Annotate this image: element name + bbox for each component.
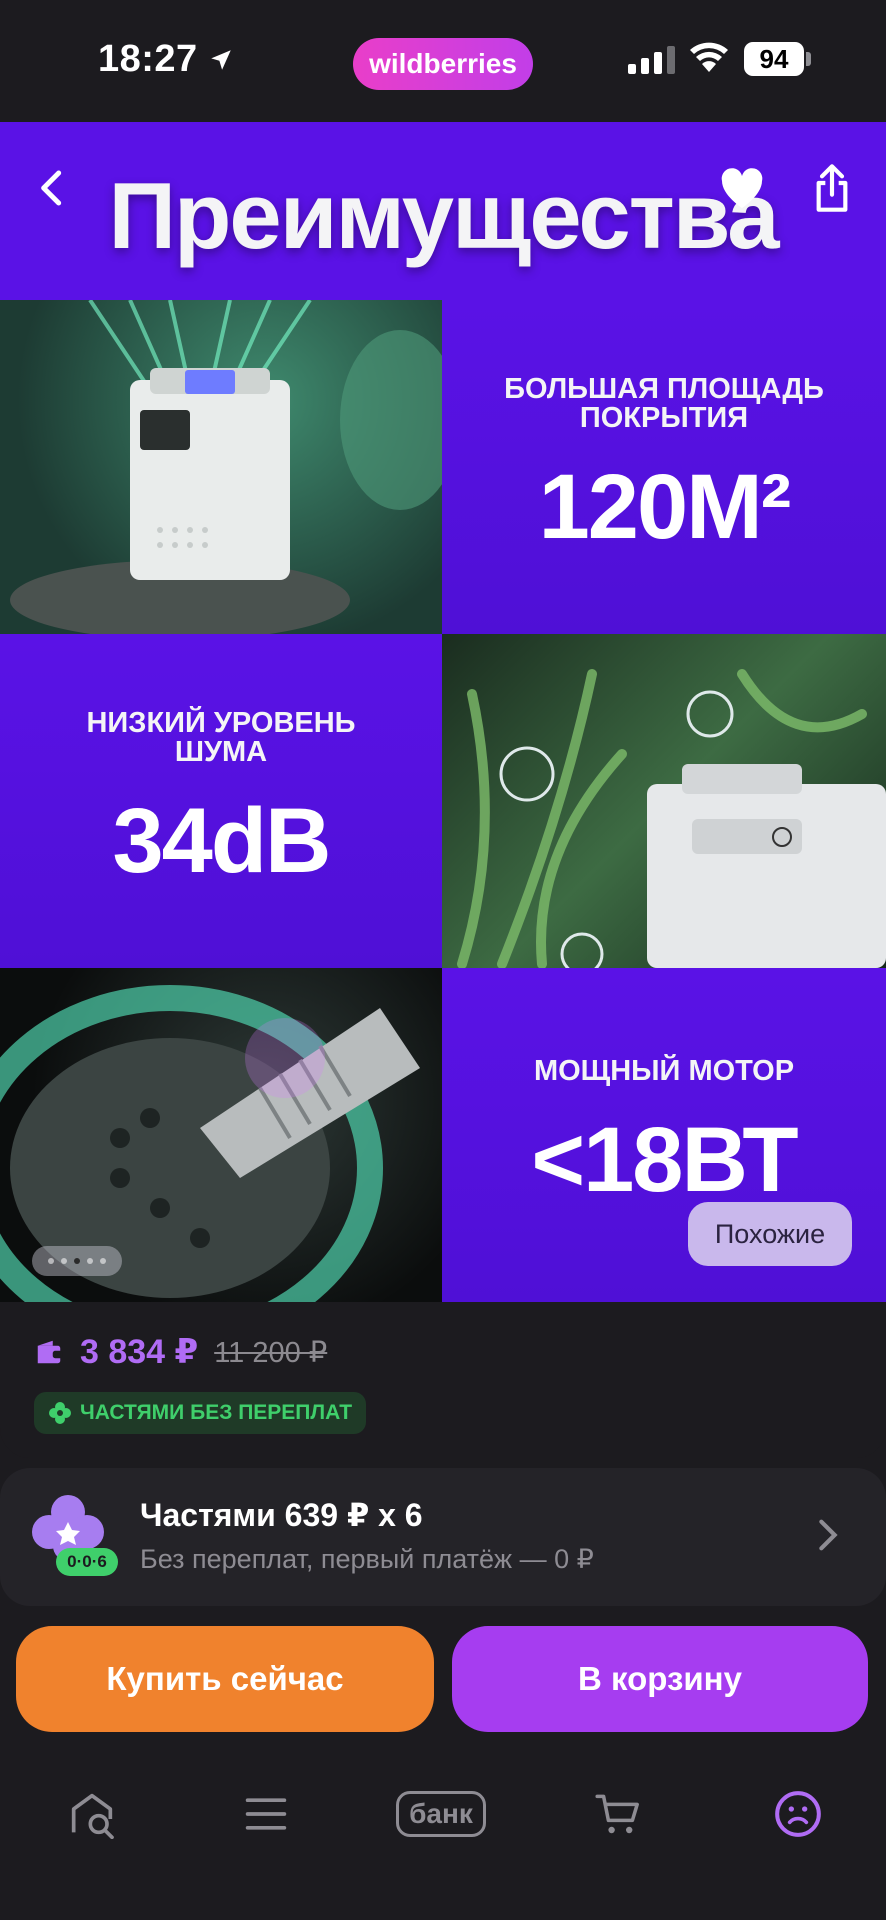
feature-noise-value: 34dB — [112, 789, 332, 892]
purifier-illustration — [10, 300, 442, 634]
pager-dot — [61, 1258, 67, 1264]
home-search-icon — [71, 1793, 114, 1839]
carousel-pager — [32, 1246, 122, 1276]
features-grid: БОЛЬШАЯ ПЛОЩАДЬ ПОКРЫТИЯ 120М² НИЗКИЙ УР… — [0, 300, 886, 1302]
plants-illustration — [457, 669, 886, 968]
tab-catalog[interactable] — [226, 1774, 306, 1854]
installments-card[interactable]: 0·0·6 Частями 639 ₽ x 6 Без переплат, пе… — [0, 1468, 886, 1606]
wifi-icon — [690, 42, 728, 72]
feature-motor-label: МОЩНЫЙ МОТОР — [533, 1055, 795, 1087]
feature-coverage-label: БОЛЬШАЯ ПЛОЩАДЬ ПОКРЫТИЯ — [504, 372, 824, 434]
chevron-right-icon — [819, 1519, 838, 1551]
product-image-carousel[interactable]: Преимущества БОЛЬШАЯ ПЛОЩАДЬ ПОКРЫТИЯ 12… — [0, 122, 886, 1302]
installments-title: Частями 639 ₽ x 6 — [140, 1497, 423, 1533]
pager-dot — [87, 1258, 93, 1264]
profile-icon — [775, 1791, 821, 1837]
installment-badge-label: ЧАСТЯМИ БЕЗ ПЕРЕПЛАТ — [80, 1401, 353, 1424]
feature-coverage: БОЛЬШАЯ ПЛОЩАДЬ ПОКРЫТИЯ 120М² — [442, 300, 886, 634]
old-price: 11 200 ₽ — [214, 1336, 328, 1369]
bottom-tab-bar: банк — [0, 1762, 886, 1920]
tab-profile[interactable] — [758, 1774, 838, 1854]
back-button[interactable] — [22, 158, 82, 218]
installment-badge[interactable]: ЧАСТЯМИ БЕЗ ПЕРЕПЛАТ — [34, 1392, 367, 1434]
cellular-signal-icon — [628, 46, 675, 74]
buy-now-button[interactable]: Купить сейчас — [16, 1626, 434, 1732]
tab-cart[interactable] — [578, 1774, 658, 1854]
time-text: 18:27 — [98, 38, 198, 80]
tab-bank[interactable]: банк — [386, 1774, 496, 1854]
feature-noise-label: НИЗКИЙ УРОВЕНЬ ШУМА — [86, 706, 356, 768]
pager-dot-active — [74, 1258, 80, 1264]
add-to-cart-button[interactable]: В корзину — [452, 1626, 868, 1732]
feature-coverage-value: 120М² — [538, 455, 792, 558]
status-bar: 18:27 wildberries 94 — [0, 0, 886, 122]
current-price: 3 834 ₽ — [80, 1333, 199, 1371]
location-arrow-icon — [210, 49, 231, 70]
action-bar: Купить сейчас В корзину — [0, 1612, 886, 1762]
menu-icon — [245, 1798, 287, 1830]
price-row: 3 834 ₽ 11 200 ₽ — [34, 1332, 327, 1372]
pager-dot — [100, 1258, 106, 1264]
similar-button[interactable]: Похожие — [688, 1202, 852, 1266]
wallet-icon — [37, 1340, 63, 1364]
battery-indicator: 94 — [744, 42, 804, 76]
wildberries-pill[interactable]: wildberries — [353, 38, 533, 90]
share-button[interactable] — [802, 158, 862, 218]
share-icon — [816, 164, 848, 212]
heart-icon — [721, 168, 763, 208]
tab-home-search[interactable] — [52, 1774, 132, 1854]
battery-level: 94 — [759, 43, 789, 74]
price-section: 3 834 ₽ 11 200 ₽ ЧАСТЯМИ БЕЗ ПЕРЕПЛАТ — [0, 1302, 886, 1458]
status-time: 18:27 — [98, 38, 234, 81]
plants-photo — [442, 634, 886, 968]
battery-tip — [806, 52, 811, 66]
chevron-left-icon — [41, 170, 62, 206]
bank-label: банк — [409, 1798, 473, 1829]
clover-icon — [49, 1402, 71, 1424]
brand-label: wildberries — [369, 48, 517, 79]
feature-motor-value: <18ВТ — [531, 1109, 798, 1211]
feature-noise: НИЗКИЙ УРОВЕНЬ ШУМА 34dB — [0, 634, 442, 968]
favorite-button[interactable] — [712, 158, 772, 218]
installments-subtitle: Без переплат, первый платёж — 0 ₽ — [140, 1544, 594, 1574]
split-chip: 0·0·6 — [56, 1548, 118, 1576]
cart-icon — [595, 1794, 639, 1834]
pager-dot — [48, 1258, 54, 1264]
purifier-photo — [0, 300, 442, 634]
bank-icon: банк — [396, 1791, 486, 1837]
